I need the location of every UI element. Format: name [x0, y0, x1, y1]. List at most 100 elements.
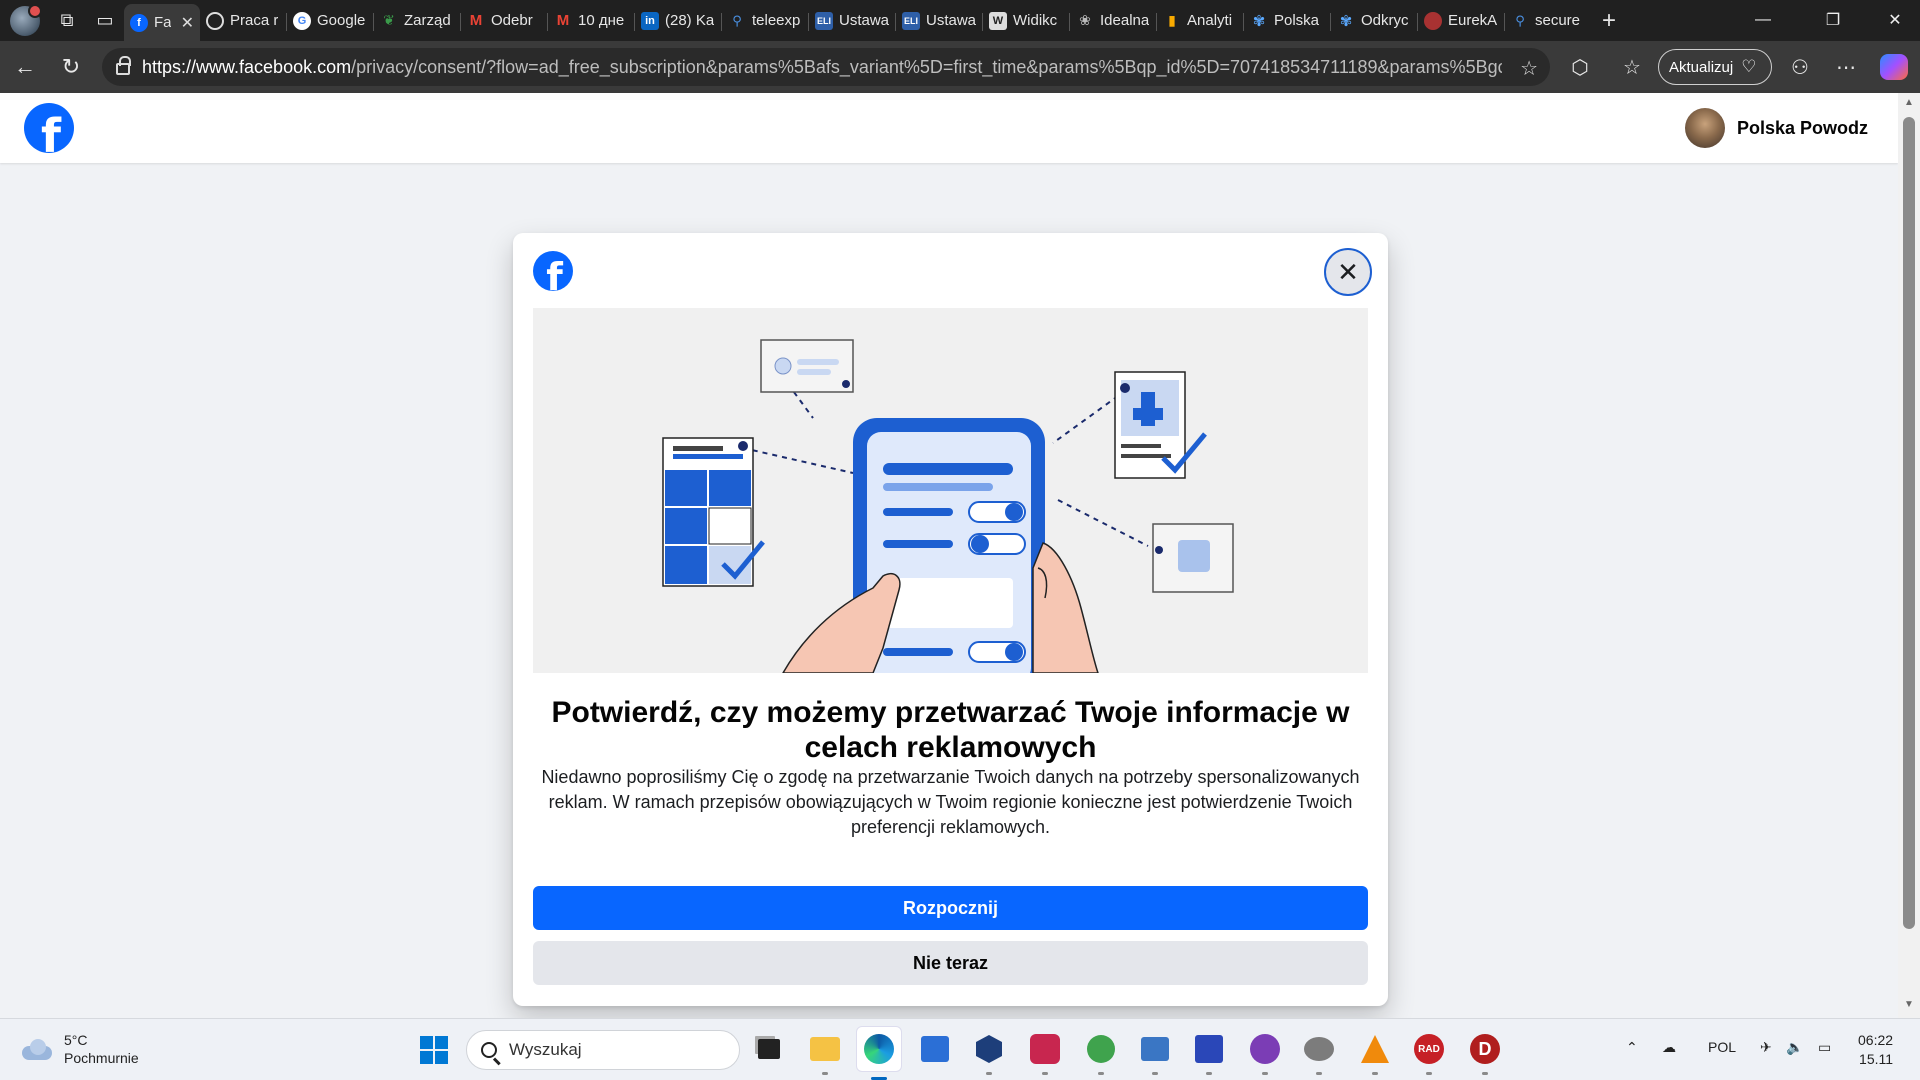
tab-google[interactable]: G Google — [287, 5, 374, 37]
d-app-icon[interactable]: D — [1468, 1032, 1502, 1075]
tab-label: secure — [1535, 12, 1581, 29]
network-app-icon[interactable] — [1138, 1032, 1172, 1075]
tab-odkrycie[interactable]: ✾ Odkryc — [1331, 5, 1418, 37]
url-text[interactable]: https://www.facebook.com/privacy/consent… — [142, 57, 1502, 78]
dialog-title: Potwierdź, czy możemy przetwarzać Twoje … — [551, 696, 1350, 764]
scroll-down-icon[interactable]: ▼ — [1903, 999, 1915, 1010]
weather-temp: 5°C — [64, 1032, 88, 1048]
analytics-icon: ▮ — [1168, 12, 1176, 28]
leaf-icon: ❦ — [383, 12, 395, 28]
update-label: Aktualizuj — [1669, 58, 1734, 76]
new-tab-button[interactable]: + — [1592, 7, 1626, 35]
tab-label: Fa — [154, 14, 171, 31]
close-dialog-button[interactable]: ✕ — [1324, 248, 1372, 296]
airplane-icon[interactable]: ✈ — [1760, 1039, 1772, 1056]
tab-praca[interactable]: Praca r — [200, 5, 287, 37]
page-viewport: f Polska Powodz f ✕ Potwierdź, czy możem… — [0, 93, 1898, 1018]
tab-secure[interactable]: ⚲ secure — [1505, 5, 1592, 37]
weather-widget[interactable]: 5°C Pochmurnie — [20, 1031, 139, 1067]
tab-linkedin[interactable]: in (28) Ka — [635, 5, 722, 37]
extensions-icon[interactable]: ⬡ — [1560, 48, 1600, 86]
minimize-button[interactable]: — — [1740, 0, 1786, 40]
volume-icon[interactable]: 🔈 — [1786, 1039, 1803, 1056]
onedrive-icon[interactable]: ☁ — [1662, 1039, 1676, 1056]
copilot-icon[interactable] — [1880, 54, 1908, 80]
tab-10-dni[interactable]: M 10 дне — [548, 5, 635, 37]
avatar[interactable] — [1684, 108, 1725, 148]
tab-polska[interactable]: ✾ Polska — [1244, 5, 1331, 37]
search-icon: ⚲ — [1515, 12, 1525, 28]
clock[interactable]: 06:22 15.11 — [1858, 1031, 1893, 1069]
github-desktop-icon[interactable] — [1248, 1032, 1282, 1075]
tab-label: Polska — [1274, 12, 1320, 29]
save-app-icon[interactable] — [1192, 1032, 1226, 1075]
restore-button[interactable]: ❐ — [1810, 0, 1856, 40]
facebook-logo-icon[interactable]: f — [24, 103, 74, 153]
chevron-up-icon[interactable]: ⌃ — [1626, 1039, 1638, 1056]
url-path: /privacy/consent/?flow=ad_free_subscript… — [351, 56, 1502, 77]
virtualbox-icon[interactable] — [972, 1032, 1006, 1075]
more-menu-icon[interactable]: ⋯ — [1826, 48, 1866, 86]
cat-icon: ❀ — [1079, 12, 1091, 28]
user-profile[interactable]: Polska Powodz — [1684, 108, 1868, 148]
workspaces-icon[interactable]: ⧉ — [48, 5, 86, 37]
facebook-logo-icon: f — [533, 251, 573, 291]
weather-condition: Pochmurnie — [64, 1050, 139, 1066]
favorites-icon[interactable]: ☆ — [1612, 48, 1652, 86]
phone-illustration-graphic — [662, 339, 1234, 673]
tab-ustawa-2[interactable]: ELI Ustawa — [896, 5, 983, 37]
tab-ustawa-1[interactable]: ELI Ustawa — [809, 5, 896, 37]
battery-icon[interactable]: ▭ — [1818, 1039, 1831, 1056]
search-icon: ⚲ — [732, 12, 742, 28]
close-tab-icon[interactable]: ✕ — [181, 13, 194, 33]
address-bar[interactable]: https://www.facebook.com/privacy/consent… — [102, 48, 1550, 86]
tab-label: Idealna — [1100, 12, 1150, 29]
tab-odebrane[interactable]: M Odebr — [461, 5, 548, 37]
tab-zarzad[interactable]: ❦ Zarząd — [374, 5, 461, 37]
tab-analytics[interactable]: ▮ Analyti — [1157, 5, 1244, 37]
tab-label: teleexp — [752, 12, 801, 29]
page-scrollbar[interactable]: ▲ ▼ — [1898, 93, 1920, 1018]
globe-app-icon[interactable] — [1084, 1032, 1118, 1075]
satellite-app-icon[interactable] — [1302, 1032, 1336, 1075]
share-icon[interactable]: ⚇ — [1780, 48, 1820, 86]
vlc-icon[interactable] — [1358, 1032, 1392, 1075]
start-button[interactable]: Rozpocznij — [533, 886, 1368, 930]
file-explorer-icon[interactable] — [808, 1032, 842, 1075]
tab-label: Google — [317, 12, 366, 29]
close-window-button[interactable]: ✕ — [1872, 0, 1918, 40]
taskbar-search[interactable]: Wyszukaj — [466, 1030, 740, 1070]
lock-icon[interactable] — [116, 56, 131, 75]
rad-app-icon[interactable]: RAD — [1412, 1032, 1446, 1075]
butterfly-icon: ✾ — [1339, 12, 1353, 30]
tab-actions-icon[interactable]: ▭ — [86, 5, 124, 37]
wiki-icon: W — [989, 11, 1007, 30]
heart-icon: ♡ — [1741, 57, 1757, 76]
tab-eureka[interactable]: EurekA — [1418, 5, 1505, 37]
tab-label: Odebr — [491, 12, 533, 29]
linkedin-icon: in — [641, 11, 659, 30]
store-icon[interactable] — [918, 1032, 952, 1066]
tab-teleexp[interactable]: ⚲ teleexp — [722, 5, 809, 37]
start-button[interactable] — [420, 1036, 448, 1064]
back-button[interactable]: ← — [4, 46, 46, 88]
tab-wiki[interactable]: W Widikc — [983, 5, 1070, 37]
task-view-icon[interactable] — [752, 1032, 786, 1066]
tab-label: Zarząd — [404, 12, 451, 29]
update-button[interactable]: Aktualizuj ♡ — [1658, 49, 1772, 85]
language-indicator[interactable]: POL — [1708, 1039, 1736, 1055]
clock-time: 06:22 — [1858, 1032, 1894, 1048]
eli-icon: ELI — [815, 11, 833, 30]
edge-icon[interactable] — [856, 1026, 902, 1080]
tab-idealna[interactable]: ❀ Idealna — [1070, 5, 1157, 37]
scrollbar-thumb[interactable] — [1903, 117, 1915, 929]
profile-avatar[interactable] — [10, 3, 42, 36]
refresh-button[interactable]: ↻ — [50, 46, 92, 88]
not-now-button[interactable]: Nie teraz — [533, 941, 1368, 985]
scroll-up-icon[interactable]: ▲ — [1903, 97, 1915, 108]
dialog-description: Niedawno poprosiliśmy Cię o zgodę na prz… — [541, 767, 1360, 837]
url-host: https://www.facebook.com — [142, 56, 352, 77]
favorite-star-icon[interactable]: ☆ — [1520, 56, 1538, 81]
tab-facebook[interactable]: f Fa ✕ — [124, 4, 200, 41]
screen-recorder-icon[interactable] — [1028, 1032, 1062, 1075]
